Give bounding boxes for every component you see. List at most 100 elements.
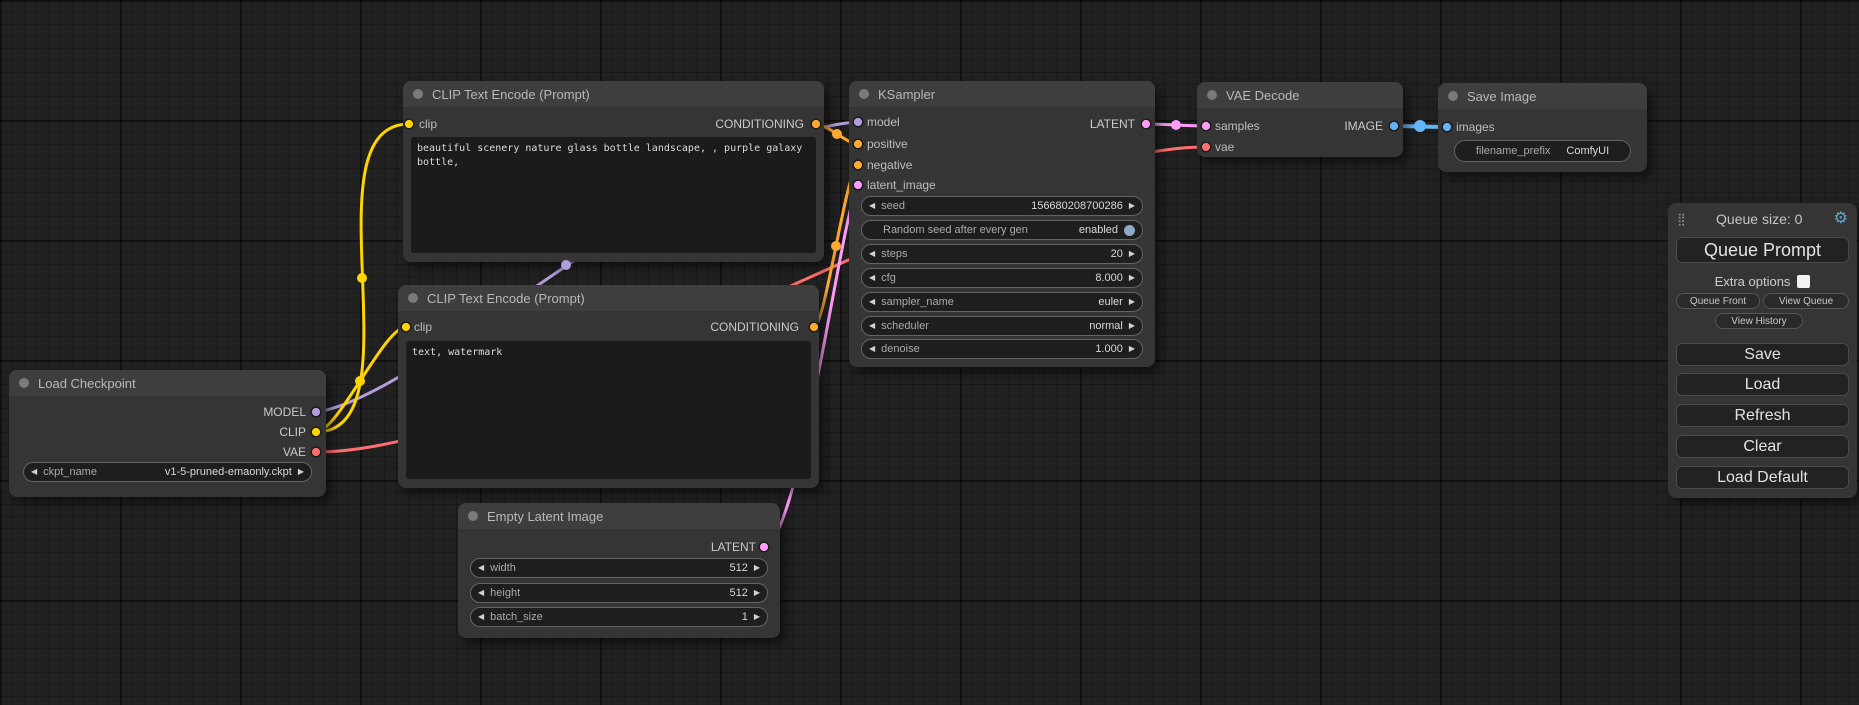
positive-prompt-textarea[interactable]: beautiful scenery nature glass bottle la…: [411, 137, 816, 253]
widget-label: cfg: [881, 272, 896, 284]
extra-options-checkbox[interactable]: [1797, 275, 1810, 288]
increment-arrow-icon[interactable]: ▶: [754, 584, 760, 602]
widget-value: ComfyUI: [1566, 145, 1609, 157]
increment-arrow-icon[interactable]: ▶: [754, 608, 760, 626]
node-status-dot: [1207, 90, 1217, 100]
save-button[interactable]: Save: [1676, 343, 1849, 366]
node-status-dot: [19, 378, 29, 388]
node-title: Empty Latent Image: [487, 509, 603, 524]
empty-latent-image-node[interactable]: Empty Latent Image LATENT ◀ width 512 ▶ …: [458, 503, 780, 638]
load-checkpoint-titlebar[interactable]: Load Checkpoint: [9, 370, 326, 396]
queue-prompt-button[interactable]: Queue Prompt: [1676, 237, 1849, 263]
clip-link-wire-negative: [316, 327, 406, 432]
decrement-arrow-icon[interactable]: ◀: [478, 608, 484, 626]
increment-arrow-icon[interactable]: ▶: [1129, 197, 1135, 215]
vae-decode-node[interactable]: VAE Decode samples vae IMAGE: [1197, 82, 1403, 157]
random-seed-toggle-widget[interactable]: Random seed after every gen enabled: [861, 220, 1143, 240]
widget-value: normal: [1089, 320, 1123, 332]
decrement-arrow-icon[interactable]: ◀: [31, 463, 37, 481]
vae-input-label: vae: [1215, 140, 1234, 154]
clip-text-encode-negative-node[interactable]: CLIP Text Encode (Prompt) clip CONDITION…: [398, 285, 819, 488]
node-title: CLIP Text Encode (Prompt): [427, 291, 585, 306]
decrement-arrow-icon[interactable]: ◀: [869, 317, 875, 335]
save-image-node[interactable]: Save Image images filename_prefix ComfyU…: [1438, 83, 1647, 172]
decrement-arrow-icon[interactable]: ◀: [869, 340, 875, 358]
node-status-dot: [413, 89, 423, 99]
latent-image-input-label: latent_image: [867, 178, 936, 192]
gear-icon[interactable]: ⚙: [1834, 211, 1848, 227]
increment-arrow-icon[interactable]: ▶: [298, 463, 304, 481]
empty-latent-titlebar[interactable]: Empty Latent Image: [458, 503, 780, 529]
vae-decode-titlebar[interactable]: VAE Decode: [1197, 82, 1403, 108]
widget-value: 156680208700286: [1031, 200, 1123, 212]
cfg-widget[interactable]: ◀ cfg 8.000 ▶: [861, 268, 1143, 288]
ksampler-node[interactable]: KSampler model positive negative latent_…: [849, 81, 1155, 367]
node-title: KSampler: [878, 87, 935, 102]
widget-label: denoise: [881, 343, 920, 355]
widget-label: scheduler: [881, 320, 929, 332]
load-default-button[interactable]: Load Default: [1676, 466, 1849, 489]
node-graph-canvas[interactable]: Load Checkpoint MODEL CLIP VAE ◀ ckpt_na…: [0, 0, 1859, 705]
denoise-widget[interactable]: ◀ denoise 1.000 ▶: [861, 339, 1143, 359]
width-widget[interactable]: ◀ width 512 ▶: [470, 558, 768, 578]
filename-prefix-widget[interactable]: filename_prefix ComfyUI: [1454, 140, 1631, 162]
height-widget[interactable]: ◀ height 512 ▶: [470, 583, 768, 603]
clip-text-encode-positive-node[interactable]: CLIP Text Encode (Prompt) clip CONDITION…: [403, 81, 824, 262]
negative-input-label: negative: [867, 158, 912, 172]
decrement-arrow-icon[interactable]: ◀: [478, 584, 484, 602]
widget-value: 512: [729, 587, 747, 599]
decrement-arrow-icon[interactable]: ◀: [869, 245, 875, 263]
extra-options-label: Extra options: [1715, 274, 1791, 289]
increment-arrow-icon[interactable]: ▶: [1129, 340, 1135, 358]
batch-size-widget[interactable]: ◀ batch_size 1 ▶: [470, 607, 768, 627]
ksampler-titlebar[interactable]: KSampler: [849, 81, 1155, 107]
increment-arrow-icon[interactable]: ▶: [1129, 293, 1135, 311]
node-title: Load Checkpoint: [38, 376, 136, 391]
link-midpoint-dot: [355, 376, 365, 386]
increment-arrow-icon[interactable]: ▶: [1129, 245, 1135, 263]
negative-prompt-textarea[interactable]: text, watermark: [406, 341, 811, 479]
load-button[interactable]: Load: [1676, 373, 1849, 396]
clip-positive-titlebar[interactable]: CLIP Text Encode (Prompt): [403, 81, 824, 107]
drag-handle-icon[interactable]: ⣿: [1677, 212, 1685, 226]
sampler-name-widget[interactable]: ◀ sampler_name euler ▶: [861, 292, 1143, 312]
load-checkpoint-node[interactable]: Load Checkpoint MODEL CLIP VAE ◀ ckpt_na…: [9, 370, 326, 497]
queue-panel-header[interactable]: ⣿ Queue size: 0 ⚙: [1668, 203, 1857, 235]
scheduler-widget[interactable]: ◀ scheduler normal ▶: [861, 316, 1143, 336]
clip-output-label: CLIP: [279, 425, 306, 439]
conditioning-output-label: CONDITIONING: [715, 117, 804, 131]
refresh-button[interactable]: Refresh: [1676, 404, 1849, 427]
decrement-arrow-icon[interactable]: ◀: [869, 293, 875, 311]
clear-button[interactable]: Clear: [1676, 435, 1849, 458]
view-history-button[interactable]: View History: [1715, 313, 1803, 329]
positive-input-label: positive: [867, 137, 908, 151]
decrement-arrow-icon[interactable]: ◀: [478, 559, 484, 577]
widget-value: 20: [1111, 248, 1123, 260]
increment-arrow-icon[interactable]: ▶: [754, 559, 760, 577]
widget-label: batch_size: [490, 611, 543, 623]
widget-value: v1-5-pruned-emaonly.ckpt: [165, 466, 292, 478]
increment-arrow-icon[interactable]: ▶: [1129, 317, 1135, 335]
decrement-arrow-icon[interactable]: ◀: [869, 269, 875, 287]
decrement-arrow-icon[interactable]: ◀: [869, 197, 875, 215]
node-status-dot: [468, 511, 478, 521]
clip-negative-titlebar[interactable]: CLIP Text Encode (Prompt): [398, 285, 819, 311]
widget-label: height: [490, 587, 520, 599]
link-midpoint-dot: [831, 241, 841, 251]
toggle-dot-icon[interactable]: [1124, 225, 1135, 236]
view-queue-button[interactable]: View Queue: [1763, 293, 1849, 309]
widget-value: 512: [729, 562, 747, 574]
widget-value: 8.000: [1095, 272, 1123, 284]
increment-arrow-icon[interactable]: ▶: [1129, 269, 1135, 287]
widget-value: euler: [1098, 296, 1122, 308]
samples-input-label: samples: [1215, 119, 1260, 133]
node-title: CLIP Text Encode (Prompt): [432, 87, 590, 102]
steps-widget[interactable]: ◀ steps 20 ▶: [861, 244, 1143, 264]
ckpt-name-widget[interactable]: ◀ ckpt_name v1-5-pruned-emaonly.ckpt ▶: [23, 462, 312, 482]
seed-widget[interactable]: ◀ seed 156680208700286 ▶: [861, 196, 1143, 216]
save-image-titlebar[interactable]: Save Image: [1438, 83, 1647, 109]
node-title: VAE Decode: [1226, 88, 1299, 103]
node-status-dot: [859, 89, 869, 99]
queue-front-button[interactable]: Queue Front: [1676, 293, 1760, 309]
image-output-label: IMAGE: [1344, 119, 1383, 133]
